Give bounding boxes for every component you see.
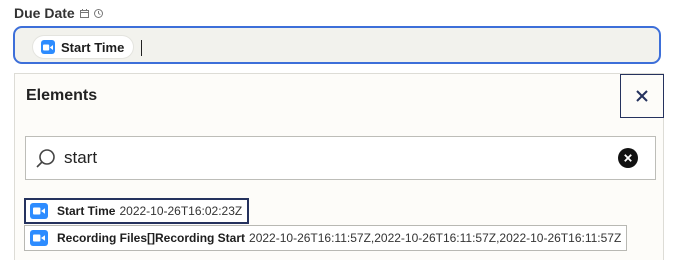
dropdown-title: Elements	[26, 87, 98, 104]
close-icon	[636, 90, 648, 102]
calendar-icon	[79, 8, 89, 18]
start-time-pill[interactable]: Start Time	[33, 36, 134, 58]
result-recording-start[interactable]: Recording Files[]Recording Start 2022-10…	[24, 225, 628, 251]
result-name: Recording Files[]Recording Start	[57, 231, 246, 245]
zoom-video-icon	[41, 40, 55, 54]
result-value: 2022-10-26T16:11:57Z,2022-10-26T16:11:57…	[249, 231, 622, 245]
clear-icon	[624, 154, 632, 162]
search-icon	[36, 149, 55, 168]
field-label-row: Due Date	[14, 4, 103, 22]
zoom-video-icon	[30, 203, 48, 219]
result-name: Start Time	[57, 204, 116, 218]
elements-dropdown: Elements start Start Time 2022-10-26T16:…	[14, 73, 664, 260]
pill-label: Start Time	[61, 39, 125, 55]
search-box[interactable]	[25, 136, 656, 180]
text-caret	[141, 40, 142, 56]
field-label: Due Date	[14, 5, 75, 21]
clock-icon	[93, 8, 103, 18]
due-date-input[interactable]: Start Time	[13, 26, 661, 64]
zoom-video-icon	[30, 230, 48, 246]
result-value: 2022-10-26T16:02:23Z	[119, 204, 243, 218]
close-button[interactable]	[620, 74, 664, 118]
clear-search-button[interactable]	[618, 148, 638, 168]
result-start-time[interactable]: Start Time 2022-10-26T16:02:23Z	[24, 198, 250, 224]
due-date-editor: Due Date Start Time Elements start Start…	[0, 0, 678, 260]
search-input[interactable]	[64, 147, 604, 169]
